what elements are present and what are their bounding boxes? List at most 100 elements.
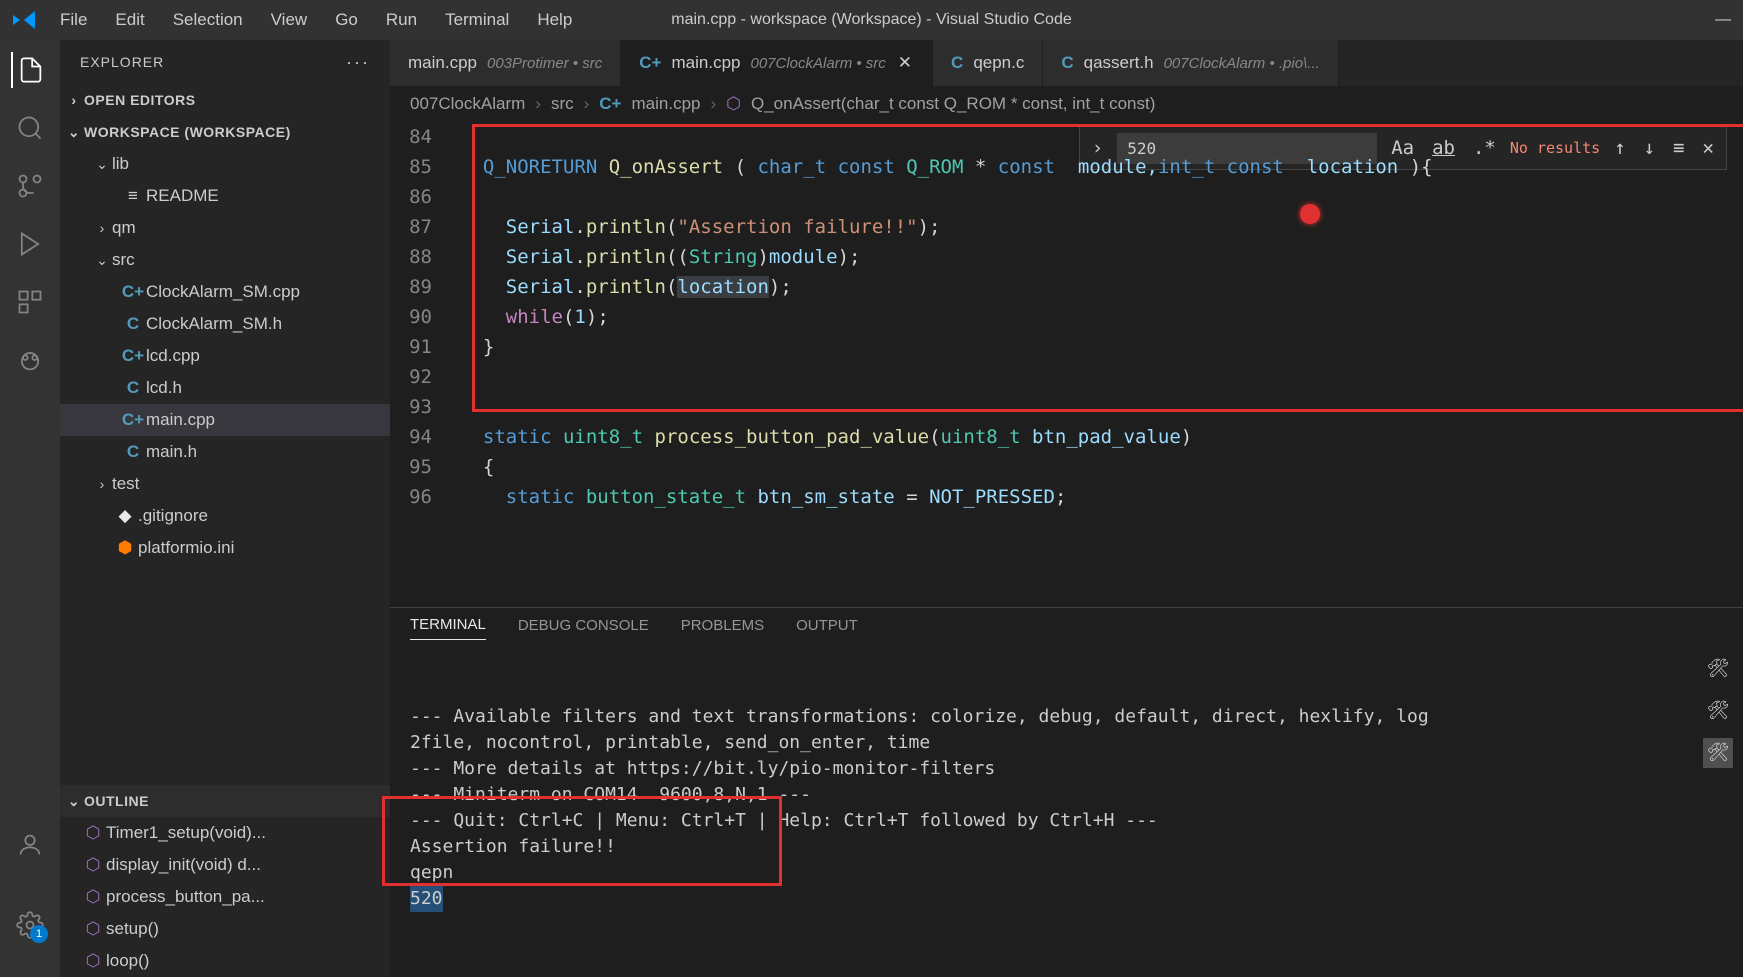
outline-label: OUTLINE (84, 793, 149, 809)
outline-loop[interactable]: ⬡ loop() (60, 945, 390, 977)
c-file-icon: C (120, 442, 146, 462)
tab-main-003[interactable]: main.cpp 003Protimer • src (390, 40, 621, 86)
tab-main-007[interactable]: C+ main.cpp 007ClockAlarm • src ✕ (621, 40, 933, 86)
menu-view[interactable]: View (259, 4, 320, 36)
outline-section[interactable]: ⌄ OUTLINE (60, 785, 390, 817)
chevron-down-icon: ⌄ (64, 793, 84, 810)
window-title: main.cpp - workspace (Workspace) - Visua… (671, 11, 1071, 29)
close-icon[interactable]: ✕ (896, 53, 914, 73)
tab-qepn[interactable]: C qepn.c (933, 40, 1043, 86)
debug-icon[interactable] (12, 226, 48, 262)
workspace-label: WORKSPACE (WORKSPACE) (84, 124, 291, 140)
folder-src[interactable]: ⌄ src (60, 244, 390, 276)
tabs: main.cpp 003Protimer • src C+ main.cpp 0… (390, 40, 1743, 86)
chevron-right-icon: › (584, 94, 590, 114)
chevron-right-icon: › (92, 476, 112, 492)
outline-timer1[interactable]: ⬡ Timer1_setup(void)... (60, 817, 390, 849)
line-number: 84 (390, 122, 460, 152)
tool-icon[interactable]: 🛠 (1703, 654, 1733, 684)
tab-qassert[interactable]: C qassert.h 007ClockAlarm • .pio\... (1043, 40, 1338, 86)
file-clockalarm-h[interactable]: C ClockAlarm_SM.h (60, 308, 390, 340)
platformio-file-icon: ⬢ (112, 538, 138, 558)
terminal-line: --- Miniterm on COM14 9600,8,N,1 --- (410, 782, 1723, 808)
method-icon: ⬡ (80, 951, 106, 971)
tab-label: main.cpp (672, 53, 741, 73)
more-icon[interactable]: ··· (346, 52, 370, 73)
line-number: 93 (390, 392, 460, 422)
test-label: test (112, 474, 139, 494)
tab-path: 007ClockAlarm • .pio\... (1164, 55, 1320, 72)
menu-terminal[interactable]: Terminal (433, 4, 521, 36)
tool-icon[interactable]: 🛠 (1703, 738, 1733, 768)
sidebar-header: EXPLORER ··· (60, 40, 390, 84)
extensions-icon[interactable] (12, 284, 48, 320)
code-editor[interactable]: › Aa ab .* No results ↑ ↓ ≡ ✕ 84 85 Q_NO… (390, 122, 1743, 607)
tab-label: qassert.h (1084, 53, 1154, 73)
file-platformio[interactable]: ⬢ platformio.ini (60, 532, 390, 564)
source-control-icon[interactable] (12, 168, 48, 204)
breadcrumb-folder[interactable]: 007ClockAlarm (410, 94, 525, 114)
breadcrumb-folder[interactable]: src (551, 94, 574, 114)
folder-qm[interactable]: › qm (60, 212, 390, 244)
c-file-icon: C (120, 378, 146, 398)
tool-icon[interactable]: 🛠 (1703, 696, 1733, 726)
file-readme[interactable]: ≡ README (60, 180, 390, 212)
tab-path: 003Protimer • src (487, 55, 602, 72)
tab-terminal[interactable]: TERMINAL (410, 616, 486, 640)
gitignore-icon: ◆ (112, 506, 138, 526)
outline-process-button[interactable]: ⬡ process_button_pa... (60, 881, 390, 913)
outline-display-init[interactable]: ⬡ display_init(void) d... (60, 849, 390, 881)
chevron-down-icon: ⌄ (92, 156, 112, 173)
file-clockalarm-cpp[interactable]: C+ ClockAlarm_SM.cpp (60, 276, 390, 308)
search-activity-icon[interactable] (12, 110, 48, 146)
terminal-output[interactable]: 🛠 🛠 🛠 --- Available filters and text tra… (390, 648, 1743, 977)
breadcrumb-file[interactable]: main.cpp (632, 94, 701, 114)
chevron-right-icon: › (535, 94, 541, 114)
menu-selection[interactable]: Selection (161, 4, 255, 36)
settings-icon[interactable]: 1 (12, 907, 48, 943)
qm-label: qm (112, 218, 136, 238)
platformio-icon[interactable] (12, 342, 48, 378)
breadcrumb[interactable]: 007ClockAlarm › src › C+ main.cpp › ⬡ Q_… (390, 86, 1743, 122)
readme-label: README (146, 186, 219, 206)
menu-run[interactable]: Run (374, 4, 429, 36)
file-lcd-h[interactable]: C lcd.h (60, 372, 390, 404)
file-main-cpp[interactable]: C+ main.cpp (60, 404, 390, 436)
accounts-icon[interactable] (12, 827, 48, 863)
method-icon: ⬡ (80, 855, 106, 875)
open-editors-section[interactable]: › OPEN EDITORS (60, 84, 390, 116)
line-number: 89 (390, 272, 460, 302)
workspace-section[interactable]: ⌄ WORKSPACE (WORKSPACE) (60, 116, 390, 148)
chevron-right-icon: › (92, 220, 112, 236)
file-main-h[interactable]: C main.h (60, 436, 390, 468)
folder-test[interactable]: › test (60, 468, 390, 500)
terminal-line: --- Quit: Ctrl+C | Menu: Ctrl+T | Help: … (410, 808, 1723, 834)
menu-go[interactable]: Go (323, 4, 370, 36)
tab-problems[interactable]: PROBLEMS (681, 617, 764, 640)
tab-debug-console[interactable]: DEBUG CONSOLE (518, 617, 649, 640)
outline-item-label: setup() (106, 919, 159, 939)
file-label: lcd.cpp (146, 346, 200, 366)
tab-label: qepn.c (973, 53, 1024, 73)
file-label: ClockAlarm_SM.h (146, 314, 282, 334)
cpp-file-icon: C+ (120, 282, 146, 302)
file-icon: ≡ (120, 186, 146, 206)
explorer-title: EXPLORER (80, 54, 164, 70)
method-icon: ⬡ (80, 919, 106, 939)
c-file-icon: C (1061, 53, 1073, 73)
folder-lib[interactable]: ⌄ lib (60, 148, 390, 180)
breadcrumb-symbol[interactable]: Q_onAssert(char_t const Q_ROM * const, i… (751, 94, 1155, 114)
outline-setup[interactable]: ⬡ setup() (60, 913, 390, 945)
activity-bar: 1 (0, 40, 60, 977)
menu-file[interactable]: File (48, 4, 99, 36)
explorer-icon[interactable] (11, 52, 47, 88)
outline-item-label: Timer1_setup(void)... (106, 823, 266, 843)
menu-edit[interactable]: Edit (103, 4, 156, 36)
terminal-line: qepn (410, 860, 1723, 886)
file-gitignore[interactable]: ◆ .gitignore (60, 500, 390, 532)
minimize-icon[interactable]: — (1715, 11, 1731, 29)
menu-help[interactable]: Help (525, 4, 584, 36)
file-lcd-cpp[interactable]: C+ lcd.cpp (60, 340, 390, 372)
tab-output[interactable]: OUTPUT (796, 617, 858, 640)
outline-item-label: process_button_pa... (106, 887, 265, 907)
